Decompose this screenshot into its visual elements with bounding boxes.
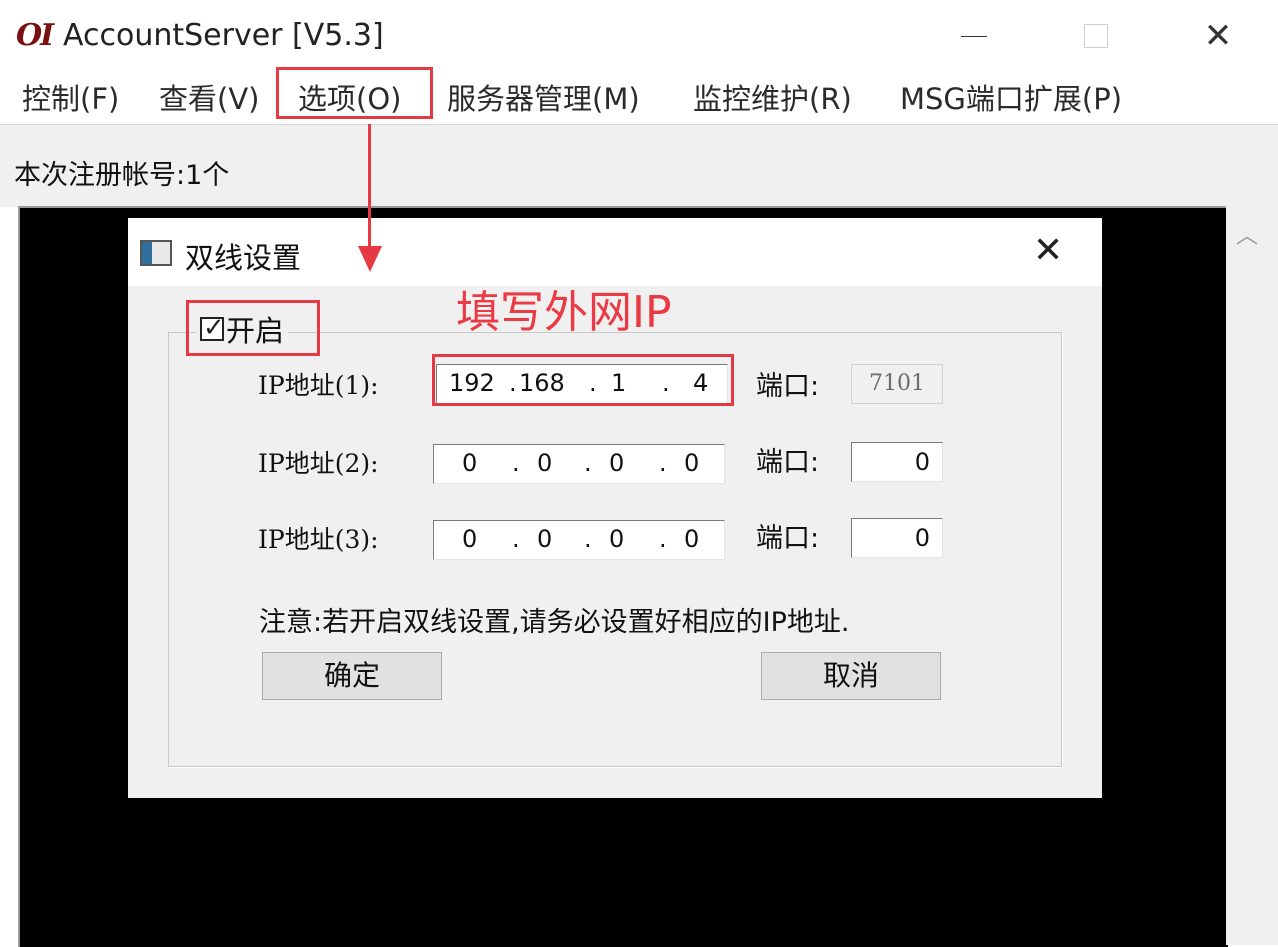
port-2-label: 端口: bbox=[756, 447, 820, 478]
ip-octet: 0 bbox=[462, 525, 478, 553]
port-3-field[interactable]: 0 bbox=[851, 518, 943, 558]
vertical-scrollbar[interactable] bbox=[1226, 206, 1278, 945]
menu-view[interactable]: 查看(V) bbox=[159, 76, 259, 118]
annotation-arrow-head bbox=[358, 246, 382, 272]
options-menu-highlight bbox=[276, 67, 433, 119]
menu-server-management[interactable]: 服务器管理(M) bbox=[447, 76, 640, 118]
menu-control[interactable]: 控制(F) bbox=[22, 76, 119, 118]
dual-line-note: 注意:若开启双线设置,请务必设置好相应的IP地址. bbox=[259, 607, 850, 638]
ip-address-1-label: IP地址(1): bbox=[258, 371, 379, 400]
menu-bar: 控制(F) 查看(V) 选项(O) 服务器管理(M) 监控维护(R) MSG端口… bbox=[0, 70, 1278, 124]
ip-address-1-highlight bbox=[432, 354, 734, 406]
ip-address-2-field[interactable]: 0 . 0 . 0 . 0 bbox=[433, 444, 725, 484]
menu-msg-port-extension[interactable]: MSG端口扩展(P) bbox=[900, 76, 1122, 118]
port-2-field[interactable]: 0 bbox=[851, 442, 943, 482]
dialog-close-icon[interactable]: ✕ bbox=[1033, 230, 1063, 271]
app-logo: OI bbox=[16, 18, 54, 53]
ip-octet: 0 bbox=[609, 449, 625, 477]
cancel-button[interactable]: 取消 bbox=[761, 652, 941, 700]
close-icon[interactable]: ✕ bbox=[1188, 14, 1248, 58]
ip-octet: 0 bbox=[609, 525, 625, 553]
ip-octet: 0 bbox=[462, 449, 478, 477]
chevron-up-icon[interactable]: ︿ bbox=[1232, 218, 1262, 249]
title-bar: OI AccountServer [V5.3] ✕ bbox=[0, 0, 1278, 70]
ip-octet: 0 bbox=[537, 449, 553, 477]
port-3-label: 端口: bbox=[756, 523, 820, 554]
maximize-icon[interactable] bbox=[1066, 14, 1126, 58]
port-1-label: 端口: bbox=[756, 371, 820, 402]
menu-monitoring[interactable]: 监控维护(R) bbox=[693, 76, 852, 118]
minimize-icon[interactable] bbox=[944, 14, 1004, 58]
annotation-arrow bbox=[368, 124, 371, 250]
dialog-title: 双线设置 bbox=[185, 241, 302, 275]
port-1-field: 7101 bbox=[851, 364, 943, 404]
annotation-text: 填写外网IP bbox=[456, 287, 672, 338]
ip-address-2-label: IP地址(2): bbox=[258, 449, 379, 478]
ip-octet: 0 bbox=[684, 449, 700, 477]
status-area: 本次注册帐号:1个 bbox=[0, 124, 1278, 207]
ip-address-3-label: IP地址(3): bbox=[258, 525, 379, 554]
register-count-label: 本次注册帐号:1个 bbox=[14, 160, 230, 191]
ip-octet: 0 bbox=[537, 525, 553, 553]
enable-checkbox-highlight bbox=[186, 300, 320, 356]
ok-button[interactable]: 确定 bbox=[262, 652, 442, 700]
ip-address-3-field[interactable]: 0 . 0 . 0 . 0 bbox=[433, 520, 725, 560]
window-title: AccountServer [V5.3] bbox=[63, 18, 384, 53]
dialog-window-icon bbox=[140, 240, 172, 266]
ip-octet: 0 bbox=[684, 525, 700, 553]
